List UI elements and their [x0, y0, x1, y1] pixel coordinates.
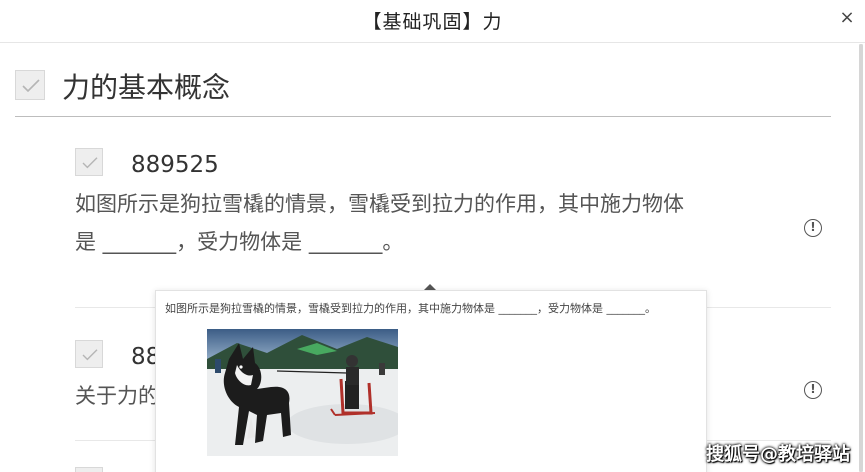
dog-sled-image	[207, 329, 398, 456]
modal-header: 【基础巩固】力 ×	[0, 0, 865, 43]
check-icon	[82, 157, 98, 169]
popover-question-text: 如图所示是狗拉雪橇的情景，雪橇受到拉力的作用，其中施力物体是 _______，受…	[165, 302, 656, 315]
scrollbar-thumb[interactable]	[859, 44, 863, 472]
watermark-text: 搜狐号@教培驿站	[706, 444, 850, 465]
close-button[interactable]: ×	[837, 7, 857, 29]
close-icon: ×	[839, 7, 855, 28]
question-id: 889525	[131, 152, 219, 178]
scrollbar[interactable]	[859, 44, 863, 472]
question-checkbox[interactable]	[75, 467, 103, 472]
question-checkbox[interactable]	[75, 340, 103, 368]
question-checkbox[interactable]	[75, 148, 103, 176]
question-text-line: 是 _______，受力物体是 _______。	[75, 230, 404, 254]
section-title: 力的基本概念	[62, 71, 231, 104]
modal-title: 【基础巩固】力	[362, 11, 503, 33]
info-icon[interactable]: !	[804, 219, 822, 237]
question-text-line: 如图所示是狗拉雪橇的情景，雪橇受到拉力的作用，其中施力物体	[75, 192, 684, 216]
question-modal: 【基础巩固】力 × 力的基本概念 889525 如图所示是狗拉雪橇的情景，雪橇受…	[0, 0, 865, 472]
check-icon	[82, 349, 98, 361]
section-checkbox[interactable]	[15, 70, 45, 100]
info-icon[interactable]: !	[804, 381, 822, 399]
question-preview-popover: 如图所示是狗拉雪橇的情景，雪橇受到拉力的作用，其中施力物体是 _______，受…	[155, 290, 707, 472]
question-text-line: 关于力的	[75, 384, 159, 408]
check-icon	[22, 79, 40, 93]
dog-sled-illustration	[207, 329, 398, 456]
section-divider	[15, 116, 831, 117]
